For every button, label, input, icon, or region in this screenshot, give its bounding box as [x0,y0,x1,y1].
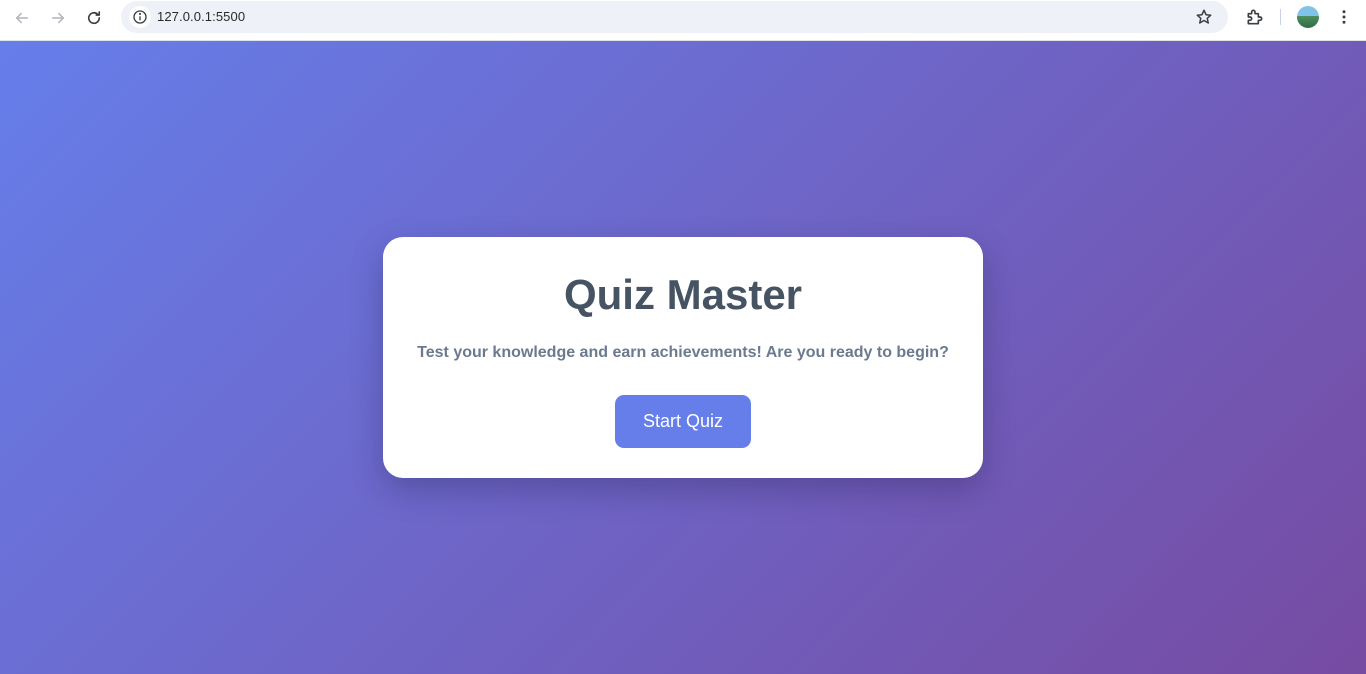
welcome-subtitle: Test your knowledge and earn achievement… [417,344,949,361]
star-icon [1196,9,1212,24]
kebab-menu-icon [1342,10,1346,24]
page-title: Quiz Master [563,271,803,318]
extensions-button[interactable] [1244,6,1266,28]
avatar[interactable] [1297,6,1319,28]
start-quiz-button[interactable]: Start Quiz [615,395,751,448]
page-background: Quiz Master Test your knowledge and earn… [0,41,1366,674]
info-icon [133,10,147,24]
puzzle-icon [1247,9,1263,25]
forward-button[interactable] [46,6,70,30]
reload-icon [87,11,101,25]
arrow-right-icon [52,12,64,24]
arrow-left-icon [16,12,28,24]
browser-menu-button[interactable] [1333,6,1355,28]
reload-button[interactable] [82,6,106,30]
bookmark-button[interactable] [1194,7,1214,27]
welcome-card: Quiz Master Test your knowledge and earn… [383,237,983,478]
browser-toolbar: 127.0.0.1:5500 [0,0,1366,41]
url-text[interactable]: 127.0.0.1:5500 [157,9,245,24]
address-bar[interactable]: 127.0.0.1:5500 [121,1,1228,33]
back-button[interactable] [10,6,34,30]
toolbar-divider [1280,9,1281,25]
site-info-button[interactable] [129,6,151,28]
